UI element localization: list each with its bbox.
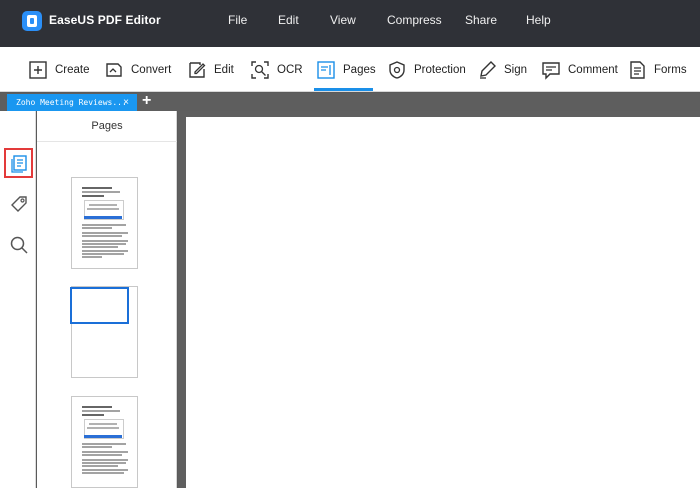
forms-label: Forms — [654, 63, 687, 76]
menu-file[interactable]: File — [228, 13, 247, 27]
sign-label: Sign — [504, 63, 528, 76]
left-rail — [0, 111, 36, 488]
pages-panel: Pages — [37, 111, 177, 488]
active-tool-indicator — [314, 88, 373, 91]
app-logo-icon — [22, 11, 42, 31]
page-thumbnails-button[interactable] — [4, 148, 33, 178]
edit-button[interactable]: Edit — [187, 47, 234, 92]
pen-icon — [480, 60, 496, 79]
bookmarks-button[interactable] — [4, 189, 33, 219]
document-tab-strip: Zoho Meeting Reviews... × + — [0, 92, 700, 111]
pages-panel-title: Pages — [37, 111, 177, 142]
comment-icon — [542, 61, 560, 80]
page-thumbnail-1[interactable] — [71, 177, 138, 269]
search-icon — [10, 236, 28, 254]
comment-label: Comment — [568, 63, 618, 76]
convert-label: Convert — [131, 63, 172, 76]
document-tab[interactable]: Zoho Meeting Reviews... × — [7, 94, 137, 111]
document-viewport[interactable] — [178, 111, 700, 488]
document-page[interactable] — [186, 117, 700, 488]
menu-edit[interactable]: Edit — [278, 13, 299, 27]
forms-icon — [630, 60, 645, 79]
close-tab-icon[interactable]: × — [123, 94, 129, 111]
pages-label: Pages — [343, 63, 376, 76]
ocr-icon — [251, 60, 269, 79]
menu-view[interactable]: View — [330, 13, 356, 27]
sign-button[interactable]: Sign — [477, 47, 527, 92]
edit-icon — [189, 61, 206, 78]
menu-share[interactable]: Share — [465, 13, 497, 27]
app-title: EaseUS PDF Editor — [49, 13, 161, 27]
menu-compress[interactable]: Compress — [387, 13, 442, 27]
toolbar: Create Convert Edit OCR Pages Protection… — [0, 47, 700, 92]
protection-label: Protection — [414, 63, 466, 76]
menu-help[interactable]: Help — [526, 13, 551, 27]
convert-button[interactable]: Convert — [104, 47, 171, 92]
edit-label: Edit — [214, 63, 234, 76]
create-label: Create — [55, 63, 90, 76]
add-tab-icon[interactable]: + — [142, 92, 151, 110]
search-button[interactable] — [4, 230, 33, 260]
protection-button[interactable]: Protection — [387, 47, 466, 92]
page-thumbnails-icon — [10, 155, 27, 173]
pages-button[interactable]: Pages — [316, 47, 376, 92]
comment-button[interactable]: Comment — [541, 47, 618, 92]
shield-icon — [389, 60, 405, 79]
page-selection-box[interactable] — [70, 287, 129, 324]
ocr-button[interactable]: OCR — [250, 47, 303, 92]
tag-icon — [10, 196, 27, 212]
forms-button[interactable]: Forms — [627, 47, 687, 92]
document-tab-title: Zoho Meeting Reviews... — [16, 98, 127, 107]
page-thumbnail-3[interactable] — [71, 396, 138, 488]
title-bar: EaseUS PDF Editor File Edit View Compres… — [0, 0, 700, 47]
convert-icon — [106, 62, 122, 77]
ocr-label: OCR — [277, 63, 303, 76]
plus-square-icon — [29, 60, 47, 79]
pages-icon — [317, 60, 335, 79]
create-button[interactable]: Create — [28, 47, 90, 92]
